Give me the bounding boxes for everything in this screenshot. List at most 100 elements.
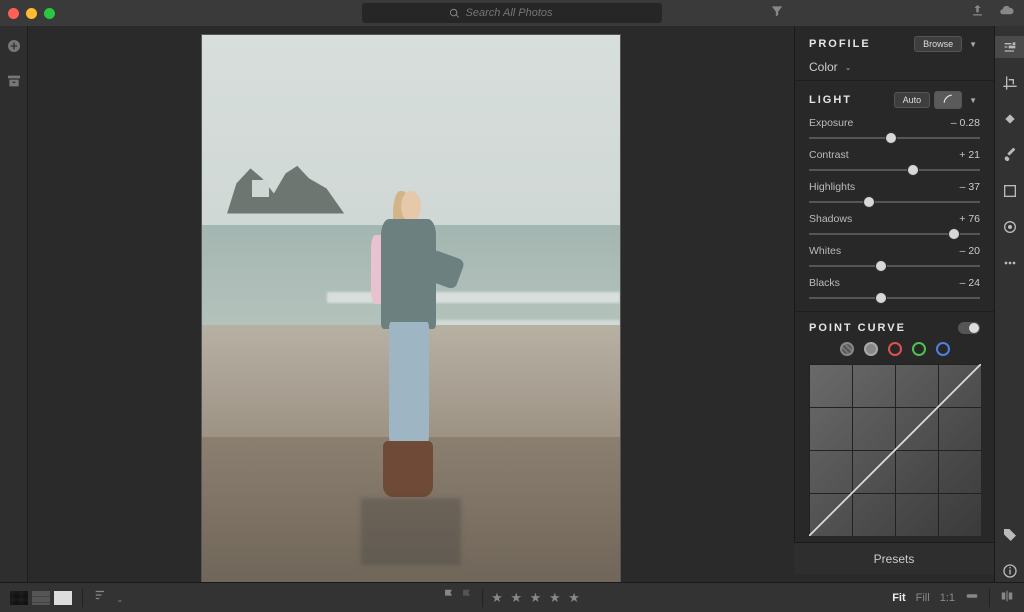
healing-tool[interactable] <box>995 108 1024 130</box>
minimize-window-button[interactable] <box>26 8 37 19</box>
tool-strip <box>994 26 1024 582</box>
grid-view-button[interactable] <box>10 591 28 605</box>
zoom-fill-button[interactable]: Fill <box>916 592 930 604</box>
single-view-button[interactable] <box>54 591 72 605</box>
funnel-icon <box>770 4 784 18</box>
profile-selector[interactable]: Color ⌄ <box>809 60 980 74</box>
channel-luminance[interactable] <box>864 342 878 356</box>
zoom-slider-button[interactable] <box>965 589 979 606</box>
view-mode-switcher <box>10 591 72 605</box>
point-curve-toggle[interactable] <box>958 322 980 334</box>
crop-tool[interactable] <box>995 72 1024 94</box>
channel-parametric[interactable] <box>840 342 854 356</box>
brush-icon <box>1002 147 1018 163</box>
photo-preview[interactable] <box>201 34 621 594</box>
slider-knob[interactable] <box>907 164 919 176</box>
maximize-window-button[interactable] <box>44 8 55 19</box>
square-grid-view-button[interactable] <box>32 591 50 605</box>
flag-icon <box>442 588 456 602</box>
tone-curve-editor[interactable] <box>809 364 981 536</box>
bandage-icon <box>1002 111 1018 127</box>
curve-channel-selector <box>809 342 980 356</box>
close-window-button[interactable] <box>8 8 19 19</box>
linear-gradient-tool[interactable] <box>995 180 1024 202</box>
filter-button[interactable] <box>770 4 784 23</box>
slider-value: + 21 <box>959 149 980 161</box>
slider-value: – 24 <box>960 277 980 289</box>
point-curve-section: POINT CURVE <box>795 312 994 542</box>
dots-icon <box>1002 255 1018 271</box>
plus-circle-icon <box>6 38 22 54</box>
slider-value: – 0.28 <box>951 117 980 129</box>
channel-blue[interactable] <box>936 342 950 356</box>
slider-knob[interactable] <box>863 196 875 208</box>
channel-green[interactable] <box>912 342 926 356</box>
slider-knob[interactable] <box>885 132 897 144</box>
profile-section: PROFILE Browse ▼ Color ⌄ <box>795 26 994 81</box>
slider-track[interactable] <box>809 291 980 305</box>
brush-tool[interactable] <box>995 144 1024 166</box>
profile-menu-caret[interactable]: ▼ <box>966 40 980 49</box>
compare-icon <box>1000 589 1014 603</box>
rating-stars[interactable]: ★ ★ ★ ★ ★ <box>491 590 582 606</box>
search-bar[interactable] <box>362 3 662 23</box>
slider-track[interactable] <box>809 131 980 145</box>
tag-tool[interactable] <box>995 524 1024 546</box>
slider-track[interactable] <box>809 163 980 177</box>
slider-value: + 76 <box>959 213 980 225</box>
radial-gradient-tool[interactable] <box>995 216 1024 238</box>
cloud-sync-button[interactable] <box>999 3 1014 23</box>
archive-button[interactable] <box>6 73 22 94</box>
share-button[interactable] <box>970 3 985 23</box>
slider-label: Exposure <box>809 117 853 129</box>
tag-icon <box>1002 527 1018 543</box>
slider-contrast: Contrast+ 21 <box>809 149 980 177</box>
auto-light-button[interactable]: Auto <box>894 92 931 108</box>
compare-view-button[interactable] <box>1000 589 1014 606</box>
light-menu-caret[interactable]: ▼ <box>966 96 980 105</box>
cloud-icon <box>999 3 1014 18</box>
slider-knob[interactable] <box>948 228 960 240</box>
crop-icon <box>1002 75 1018 91</box>
slider-knob[interactable] <box>875 260 887 272</box>
zoom-fit-button[interactable]: Fit <box>892 592 905 604</box>
radial-gradient-icon <box>1002 219 1018 235</box>
share-icon <box>970 3 985 18</box>
search-input[interactable] <box>466 7 576 19</box>
light-title: LIGHT <box>809 94 852 106</box>
sort-button[interactable]: ⌄ <box>93 588 126 607</box>
zoom-slider-icon <box>965 589 979 603</box>
tone-curve-toggle[interactable] <box>934 91 962 109</box>
slider-track[interactable] <box>809 227 980 241</box>
presets-label: Presets <box>874 552 915 566</box>
info-tool[interactable] <box>995 560 1024 582</box>
slider-track[interactable] <box>809 195 980 209</box>
linear-gradient-icon <box>1002 183 1018 199</box>
slider-label: Blacks <box>809 277 840 289</box>
curve-icon <box>943 94 953 104</box>
slider-knob[interactable] <box>875 292 887 304</box>
bottom-bar: ⌄ ★ ★ ★ ★ ★ Fit Fill 1:1 <box>0 582 1024 612</box>
sort-icon <box>93 588 109 602</box>
flag-reject-button[interactable] <box>460 588 474 607</box>
canvas-area[interactable] <box>28 26 794 582</box>
slider-label: Whites <box>809 245 841 257</box>
titlebar <box>0 0 1024 26</box>
slider-value: – 20 <box>960 245 980 257</box>
slider-track[interactable] <box>809 259 980 273</box>
flag-reject-icon <box>460 588 474 602</box>
window-controls <box>8 8 55 19</box>
slider-value: – 37 <box>960 181 980 193</box>
search-icon <box>449 8 460 19</box>
presets-button[interactable]: Presets <box>794 542 994 574</box>
zoom-1to1-button[interactable]: 1:1 <box>940 592 955 604</box>
slider-label: Highlights <box>809 181 855 193</box>
edit-tool[interactable] <box>995 36 1024 58</box>
flag-pick-button[interactable] <box>442 588 456 607</box>
slider-highlights: Highlights – 37 <box>809 181 980 209</box>
browse-profiles-button[interactable]: Browse <box>914 36 962 52</box>
add-photos-button[interactable] <box>6 38 22 59</box>
sliders-icon <box>1002 39 1018 55</box>
channel-red[interactable] <box>888 342 902 356</box>
more-tools[interactable] <box>995 252 1024 274</box>
